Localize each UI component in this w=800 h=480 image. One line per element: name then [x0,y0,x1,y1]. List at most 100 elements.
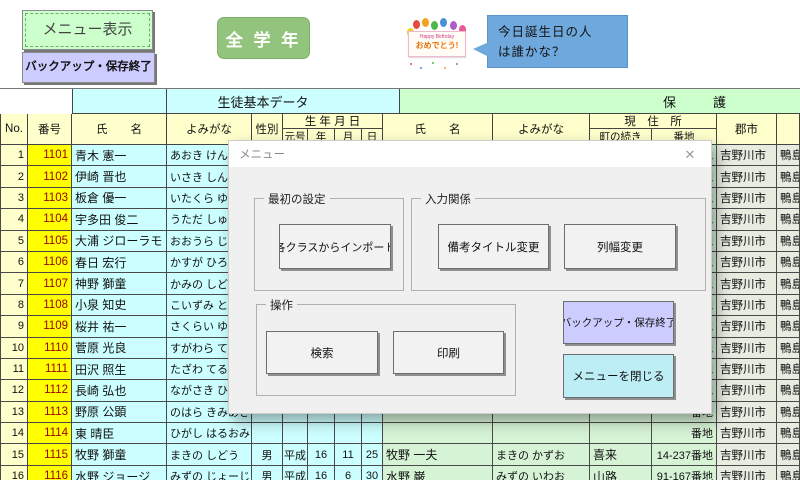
cell-cho[interactable]: 鴨島町 [777,423,800,445]
cell-name[interactable]: 大浦 ジローラモ [72,230,167,252]
cell-cho[interactable]: 鴨島町 [777,273,800,295]
cell-name[interactable]: 牧野 獅童 [72,444,167,466]
cell-d[interactable]: 25 [362,444,383,466]
cell-city[interactable]: 吉野川市 [717,358,777,381]
cell-banchi[interactable]: 番地 [652,423,717,445]
cell-no[interactable]: 8 [0,294,28,317]
cell-cho[interactable]: 鴨島町 [777,337,800,359]
cell-num[interactable]: 1113 [28,401,72,424]
cell-name[interactable]: 菅原 光良 [72,337,167,359]
cell-yomi[interactable]: みずの じょーじ [167,465,252,480]
cell-num[interactable]: 1116 [28,465,72,480]
cell-sex[interactable] [252,423,283,445]
cell-city[interactable]: 吉野川市 [717,444,777,466]
cell-cho[interactable]: 鴨島町 [777,145,800,167]
cell-city[interactable]: 吉野川市 [717,401,777,424]
cell-num[interactable]: 1109 [28,316,72,338]
cell-m[interactable]: 6 [335,465,362,480]
cell-cho[interactable]: 鴨島町 [777,380,800,402]
cell-num[interactable]: 1108 [28,294,72,317]
cell-sex[interactable]: 男 [252,465,283,480]
cell-cho[interactable]: 鴨島町 [777,444,800,466]
cell-banchi[interactable]: 91-167番地 [652,465,717,480]
cell-no[interactable]: 13 [0,401,28,424]
cell-name[interactable]: 宇多田 俊二 [72,209,167,231]
cell-no[interactable]: 15 [0,444,28,466]
cell-num[interactable]: 1105 [28,230,72,252]
cell-city[interactable]: 吉野川市 [717,230,777,252]
cell-no[interactable]: 9 [0,316,28,338]
cell-era[interactable] [283,423,308,445]
cell-sex[interactable]: 男 [252,444,283,466]
print-button[interactable]: 印刷 [393,331,504,374]
cell-name[interactable]: 水野 ジョージ [72,465,167,480]
cell-cho[interactable]: 鴨島町 [777,251,800,274]
cell-name[interactable]: 神野 獅童 [72,273,167,295]
search-button[interactable]: 検索 [266,331,378,374]
cell-m[interactable] [335,423,362,445]
cell-city[interactable]: 吉野川市 [717,316,777,338]
cell-cho[interactable]: 鴨島町 [777,465,800,480]
cell-name[interactable]: 伊崎 晋也 [72,166,167,188]
cell-gyomi[interactable]: みずの いわお [493,465,590,480]
cell-cho[interactable]: 鴨島町 [777,166,800,188]
cell-cho[interactable]: 鴨島町 [777,316,800,338]
cell-gname[interactable] [383,423,493,445]
cell-no[interactable]: 14 [0,423,28,445]
cell-era[interactable]: 平成 [283,465,308,480]
cell-no[interactable]: 16 [0,465,28,480]
cell-town[interactable]: 喜来 [590,444,652,466]
cell-m[interactable]: 11 [335,444,362,466]
cell-town[interactable]: 山路 [590,465,652,480]
cell-cho[interactable]: 鴨島町 [777,209,800,231]
cell-num[interactable]: 1107 [28,273,72,295]
cell-y[interactable]: 16 [308,465,335,480]
cell-city[interactable]: 吉野川市 [717,209,777,231]
cell-no[interactable]: 4 [0,209,28,231]
cell-num[interactable]: 1101 [28,145,72,167]
cell-d[interactable]: 30 [362,465,383,480]
cell-cho[interactable]: 鴨島町 [777,294,800,317]
cell-banchi[interactable]: 14-237番地 [652,444,717,466]
cell-num[interactable]: 1115 [28,444,72,466]
cell-name[interactable]: 小泉 知史 [72,294,167,317]
cell-no[interactable]: 7 [0,273,28,295]
cell-no[interactable]: 6 [0,251,28,274]
cell-no[interactable]: 1 [0,145,28,167]
cell-gname[interactable]: 水野 巌 [383,465,493,480]
menu-show-button[interactable]: メニュー表示 [22,10,153,50]
cell-city[interactable]: 吉野川市 [717,337,777,359]
cell-yomi[interactable]: ひがし はるおみ [167,423,252,445]
cell-gyomi[interactable]: まきの かずお [493,444,590,466]
cell-city[interactable]: 吉野川市 [717,380,777,402]
cell-city[interactable]: 吉野川市 [717,423,777,445]
cell-num[interactable]: 1104 [28,209,72,231]
cell-num[interactable]: 1112 [28,380,72,402]
close-icon[interactable]: ✕ [681,147,699,163]
cell-cho[interactable]: 鴨島町 [777,187,800,210]
import-from-classes-button[interactable]: 各クラスからインポート [279,224,391,269]
cell-gyomi[interactable] [493,423,590,445]
cell-no[interactable]: 10 [0,337,28,359]
cell-town[interactable] [590,423,652,445]
cell-name[interactable]: 野原 公顕 [72,401,167,424]
cell-num[interactable]: 1110 [28,337,72,359]
cell-no[interactable]: 3 [0,187,28,210]
cell-no[interactable]: 12 [0,380,28,402]
cell-era[interactable]: 平成 [283,444,308,466]
cell-cho[interactable]: 鴨島町 [777,230,800,252]
cell-name[interactable]: 板倉 優一 [72,187,167,210]
column-width-change-button[interactable]: 列幅変更 [564,224,676,269]
cell-num[interactable]: 1106 [28,251,72,274]
cell-city[interactable]: 吉野川市 [717,294,777,317]
cell-name[interactable]: 長崎 弘也 [72,380,167,402]
cell-cho[interactable]: 鴨島町 [777,358,800,381]
cell-name[interactable]: 田沢 照生 [72,358,167,381]
cell-num[interactable]: 1114 [28,423,72,445]
cell-name[interactable]: 桜井 祐一 [72,316,167,338]
cell-name[interactable]: 東 晴臣 [72,423,167,445]
dialog-backup-save-exit-button[interactable]: バックアップ・保存終了 [563,301,674,344]
cell-name[interactable]: 春日 宏行 [72,251,167,274]
cell-num[interactable]: 1111 [28,358,72,381]
cell-num[interactable]: 1103 [28,187,72,210]
